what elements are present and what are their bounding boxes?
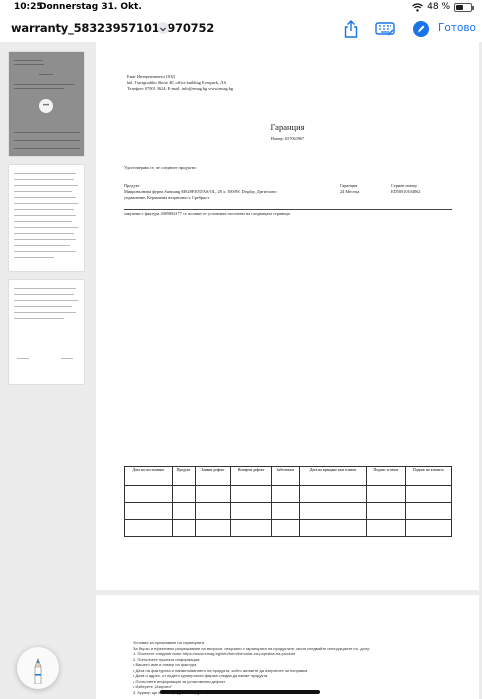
document-page-1: Емаг Интернешънъл ООД bul. Tsarigradsko …	[96, 42, 479, 590]
certify-text: Удостоверява се, че следните продукти:	[124, 165, 197, 170]
serial-value: ED50010104862	[391, 189, 421, 194]
status-bar: 10:25 Donnerstag 31. Okt. 48 %	[0, 0, 482, 16]
table-cell	[404, 502, 453, 520]
product-line-2: управление, Керамична вътрешност, Сребри…	[124, 195, 210, 200]
table-cell	[124, 485, 173, 503]
table-cell	[270, 502, 300, 520]
table-cell	[194, 485, 232, 503]
table-cell	[270, 485, 300, 503]
table-header: Номерен дефект	[230, 466, 272, 486]
toolbar: warranty_583239571018970752 Готово	[0, 16, 482, 42]
table-cell	[171, 485, 196, 503]
serial-label: Сериен номер	[391, 183, 417, 188]
table-cell	[404, 519, 453, 537]
table-header: Продукт	[171, 466, 196, 486]
document-title[interactable]: warranty_583239571018970752	[11, 21, 214, 35]
battery-percent: 48 %	[427, 2, 450, 12]
document-page-2: Условия за признаване на гаранцията За б…	[96, 595, 479, 699]
status-right: 48 %	[412, 2, 474, 12]
divider	[124, 209, 452, 210]
share-icon[interactable]	[343, 19, 359, 39]
table-row	[124, 502, 453, 520]
table-cell	[194, 519, 232, 537]
table-header: Дата на връщане към клиент	[298, 466, 368, 486]
table-header: Дата на постъпване	[124, 466, 173, 486]
product-label: Продукт	[124, 183, 140, 188]
company-name: Емаг Интернешънъл ООД	[127, 74, 175, 79]
warranty-title: Гаранция	[270, 122, 305, 132]
table-header: Заявен дефект	[194, 466, 232, 486]
table-header: Подпис и печат	[366, 466, 406, 486]
table-header: Подпис на клиента	[404, 466, 453, 486]
done-button[interactable]: Готово	[438, 22, 476, 34]
company-contact: Телефон: 07001 3624; E-mail: info@emag.b…	[127, 86, 234, 91]
keyboard-icon[interactable]	[375, 21, 395, 37]
home-indicator	[160, 690, 320, 694]
page-menu-badge[interactable]: •••	[39, 99, 53, 113]
table-cell	[124, 502, 173, 520]
table-row	[124, 485, 453, 503]
table-cell	[230, 502, 272, 520]
table-cell	[171, 519, 196, 537]
table-cell	[366, 502, 406, 520]
service-record-table: Дата на постъпване Продукт Заявен дефект…	[124, 466, 453, 537]
table-cell	[366, 519, 406, 537]
battery-icon	[454, 2, 474, 12]
table-cell	[298, 502, 368, 520]
status-date: Donnerstag 31. Okt.	[39, 2, 142, 12]
table-cell	[230, 519, 272, 537]
company-address: bul. Tsarigradsko Shose 40, office build…	[127, 80, 227, 85]
table-cell	[124, 519, 173, 537]
invoice-note: закупени с фактура 2005882177 се ползват…	[124, 211, 290, 216]
warranty-label: Гаранция	[340, 183, 358, 188]
document-viewer[interactable]: Емаг Интернешънъл ООД bul. Tsarigradsko …	[93, 42, 482, 699]
warranty-value: 24 Месеца	[340, 189, 360, 194]
wifi-icon	[412, 2, 424, 12]
table-header-row: Дата на постъпване Продукт Заявен дефект…	[124, 466, 453, 486]
product-line-1: Микровълнова фурна Samsung MS28F303TAS/O…	[124, 189, 277, 194]
table-cell	[298, 485, 368, 503]
table-cell	[366, 485, 406, 503]
page-thumbnail-sidebar: •••	[0, 42, 93, 699]
table-row	[124, 519, 453, 537]
table-cell	[194, 502, 232, 520]
pencil-tool-button[interactable]	[17, 647, 59, 689]
battery-level	[456, 4, 463, 10]
table-header: Забележки	[270, 466, 300, 486]
page-thumbnail-1[interactable]: •••	[9, 52, 84, 156]
chevron-down-icon	[160, 27, 166, 32]
table-cell	[298, 519, 368, 537]
page-thumbnail-2[interactable]	[9, 165, 84, 271]
table-cell	[230, 485, 272, 503]
pencil-icon	[34, 657, 42, 684]
warranty-number: Номер: 657063967	[270, 136, 305, 141]
page-thumbnail-3[interactable]	[9, 280, 84, 384]
markup-icon[interactable]	[412, 20, 430, 38]
table-cell	[404, 485, 453, 503]
table-cell	[270, 519, 300, 537]
table-cell	[171, 502, 196, 520]
title-menu-button[interactable]	[157, 22, 169, 34]
